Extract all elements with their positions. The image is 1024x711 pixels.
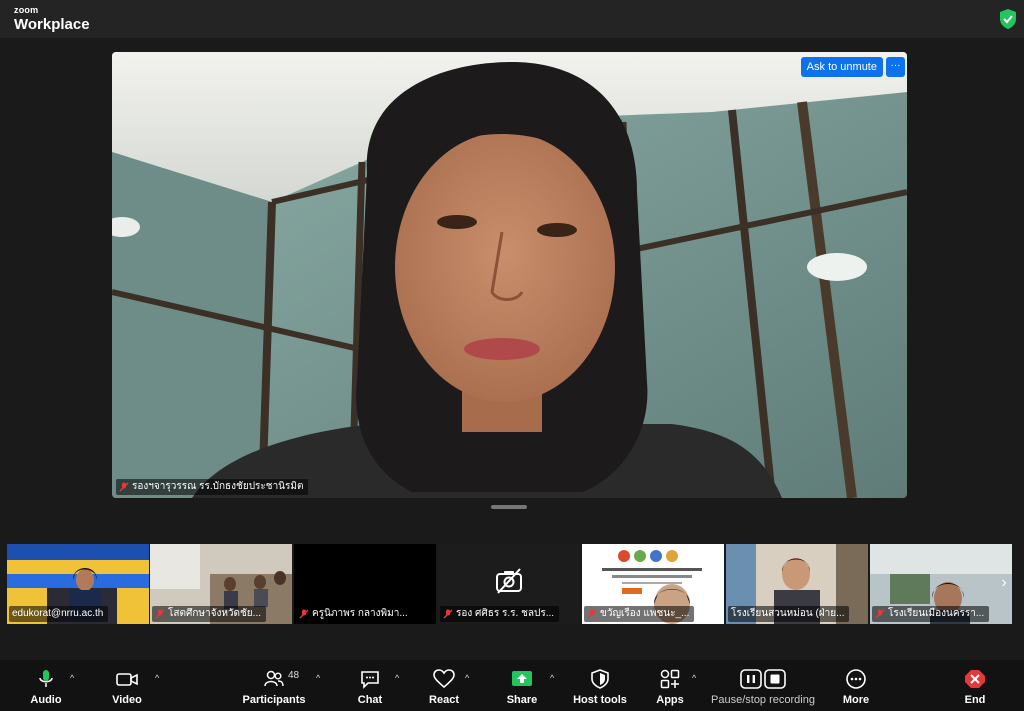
audio-options-chevron-icon[interactable]: ^: [70, 673, 74, 683]
participant-thumbnail[interactable]: โรงเรียนสวนหม่อน (ฝ่าย...: [726, 544, 868, 624]
participant-name-tag: ขวัญเรือง แพชนะ_...: [584, 606, 695, 622]
microphone-icon: [39, 670, 53, 687]
meeting-stage: Ask to unmute ··· รองฯจารุวรรณ รร.บักธงช…: [0, 38, 1024, 660]
apps-options-chevron-icon[interactable]: ^: [692, 673, 696, 683]
participants-button[interactable]: Participants: [242, 660, 306, 711]
speaker-name-tag: รองฯจารุวรรณ รร.บักธงชัยประชานิรมิต: [116, 479, 309, 495]
participant-name: โสตศึกษาจังหวัดชัย...: [168, 608, 262, 619]
video-label: Video: [112, 694, 142, 706]
apps-label: Apps: [656, 694, 684, 706]
app-logo: zoom Workplace: [14, 5, 90, 33]
share-screen-icon: [512, 671, 532, 686]
participant-name-tag: โรงเรียนสวนหม่อน (ฝ่าย...: [728, 606, 850, 622]
mic-muted-icon: [119, 482, 129, 492]
audio-label: Audio: [30, 694, 62, 706]
more-button[interactable]: More: [842, 660, 870, 711]
speaker-video-frame: [112, 52, 907, 498]
participant-thumbnail[interactable]: โสตศึกษาจังหวัดชัย...: [150, 544, 292, 624]
participant-name: ขวัญเรือง แพชนะ_...: [600, 608, 690, 619]
video-options-button[interactable]: ···: [886, 57, 905, 77]
end-meeting-button[interactable]: End: [962, 660, 988, 711]
share-label: Share: [506, 694, 538, 706]
chat-button[interactable]: Chat: [356, 660, 384, 711]
host-shield-icon: [591, 669, 609, 689]
apps-button[interactable]: Apps: [655, 660, 685, 711]
participant-name: โรงเรียนเมืองนครรา...: [888, 608, 985, 619]
participant-name: ครูนิภาพร กลางพิมา...: [312, 608, 408, 619]
mic-muted-icon: [299, 609, 309, 619]
participant-thumbnail[interactable]: รอง ศศิธร ร.ร. ชลปร...: [438, 544, 580, 624]
participant-name-tag: edukorat@nrru.ac.th: [9, 606, 109, 622]
participant-thumbnail[interactable]: โรงเรียนเมืองนครรา... ›: [870, 544, 1012, 624]
heart-icon: [433, 669, 455, 689]
chat-label: Chat: [357, 694, 383, 706]
participants-label: Participants: [242, 694, 306, 706]
speaker-name: รองฯจารุวรรณ รร.บักธงชัยประชานิรมิต: [132, 481, 304, 492]
participants-icon: [264, 670, 284, 687]
host-tools-button[interactable]: Host tools: [573, 660, 627, 711]
mic-muted-icon: [875, 609, 885, 619]
video-options-chevron-icon[interactable]: ^: [155, 673, 159, 683]
react-label: React: [429, 694, 459, 706]
recording-controls-icon: [740, 669, 786, 689]
participants-options-chevron-icon[interactable]: ^: [316, 673, 320, 683]
participant-name-tag: โสตศึกษาจังหวัดชัย...: [152, 606, 267, 622]
camera-off-icon: [496, 568, 522, 594]
resize-handle[interactable]: [491, 505, 527, 509]
share-options-chevron-icon[interactable]: ^: [550, 673, 554, 683]
end-call-icon: [965, 670, 985, 688]
participant-name: edukorat@nrru.ac.th: [12, 608, 104, 619]
mic-muted-icon: [155, 609, 165, 619]
react-button[interactable]: React: [428, 660, 460, 711]
participant-thumbnail[interactable]: ขวัญเรือง แพชนะ_...: [582, 544, 724, 624]
share-button[interactable]: Share: [506, 660, 538, 711]
meeting-toolbar: Audio ^ Video ^ Participants 48 ^ Chat ^…: [0, 660, 1024, 711]
participant-thumbnail[interactable]: ครูนิภาพร กลางพิมา...: [294, 544, 436, 624]
end-label: End: [964, 694, 986, 706]
brand-name: Workplace: [14, 16, 90, 33]
mic-muted-icon: [587, 609, 597, 619]
audio-button[interactable]: Audio: [28, 660, 64, 711]
host-tools-label: Host tools: [573, 694, 627, 706]
participant-thumbnail-strip: edukorat@nrru.ac.th โสตศึกษาจังหวัดชัย..…: [7, 544, 1013, 624]
recording-label: Pause/stop recording: [711, 694, 815, 706]
ask-to-unmute-button[interactable]: Ask to unmute: [800, 57, 883, 77]
video-button[interactable]: Video: [110, 660, 144, 711]
apps-grid-icon: [660, 669, 680, 689]
chat-options-chevron-icon[interactable]: ^: [395, 673, 399, 683]
more-label: More: [842, 694, 870, 706]
participant-name: โรงเรียนสวนหม่อน (ฝ่าย...: [731, 608, 845, 619]
security-shield-icon[interactable]: [998, 8, 1018, 30]
active-speaker-video[interactable]: Ask to unmute ··· รองฯจารุวรรณ รร.บักธงช…: [112, 52, 907, 498]
participant-thumbnail[interactable]: edukorat@nrru.ac.th: [7, 544, 149, 624]
participant-name: รอง ศศิธร ร.ร. ชลปร...: [456, 608, 555, 619]
participants-count: 48: [288, 670, 300, 681]
video-camera-icon: [116, 673, 138, 686]
more-dots-icon: [846, 669, 866, 689]
brand-small: zoom: [14, 5, 39, 15]
mic-muted-icon: [443, 609, 453, 619]
chat-bubble-icon: [361, 671, 379, 689]
next-page-arrow-icon[interactable]: ›: [998, 572, 1010, 594]
pause-stop-recording-button[interactable]: Pause/stop recording: [708, 660, 818, 711]
participant-name-tag: ครูนิภาพร กลางพิมา...: [296, 606, 413, 622]
title-bar: zoom Workplace: [0, 0, 1024, 38]
react-options-chevron-icon[interactable]: ^: [465, 673, 469, 683]
participant-name-tag: รอง ศศิธร ร.ร. ชลปร...: [440, 606, 560, 622]
participant-name-tag: โรงเรียนเมืองนครรา...: [872, 606, 990, 622]
